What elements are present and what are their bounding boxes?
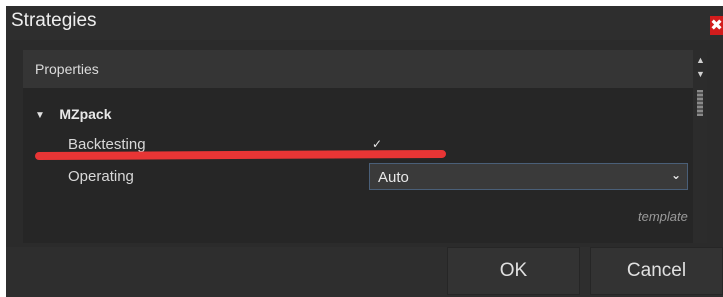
dialog-title: Strategies [11, 10, 97, 31]
operating-select[interactable]: Auto ⌄ [369, 163, 688, 190]
caret-down-icon: ▼ [35, 110, 45, 121]
panel-header-label: Properties [35, 61, 99, 77]
ok-button[interactable]: OK [447, 247, 580, 295]
property-label-backtesting: Backtesting [68, 136, 146, 153]
vertical-scrollbar[interactable]: ▲ ▼ [693, 50, 707, 243]
group-mzpack[interactable]: ▼ MZpack [35, 106, 111, 126]
cancel-button[interactable]: Cancel [590, 247, 723, 295]
title-bar: Strategies ✖ [6, 6, 723, 40]
chevron-down-icon: ⌄ [670, 168, 681, 182]
scroll-up-icon[interactable]: ▲ [696, 56, 705, 65]
scroll-thumb[interactable] [697, 90, 703, 116]
panel-header: Properties [23, 50, 693, 88]
template-label: template [638, 209, 688, 224]
operating-select-value: Auto [378, 169, 409, 186]
group-label: MZpack [59, 106, 112, 122]
properties-panel: Properties ▲ ▼ ▼ MZpack Backtesting ✓ Op… [23, 50, 707, 243]
scroll-down-icon[interactable]: ▼ [696, 70, 705, 79]
close-icon[interactable]: ✖ [710, 16, 723, 35]
dialog-footer: OK Cancel [6, 247, 723, 297]
property-label-operating: Operating [68, 168, 134, 185]
